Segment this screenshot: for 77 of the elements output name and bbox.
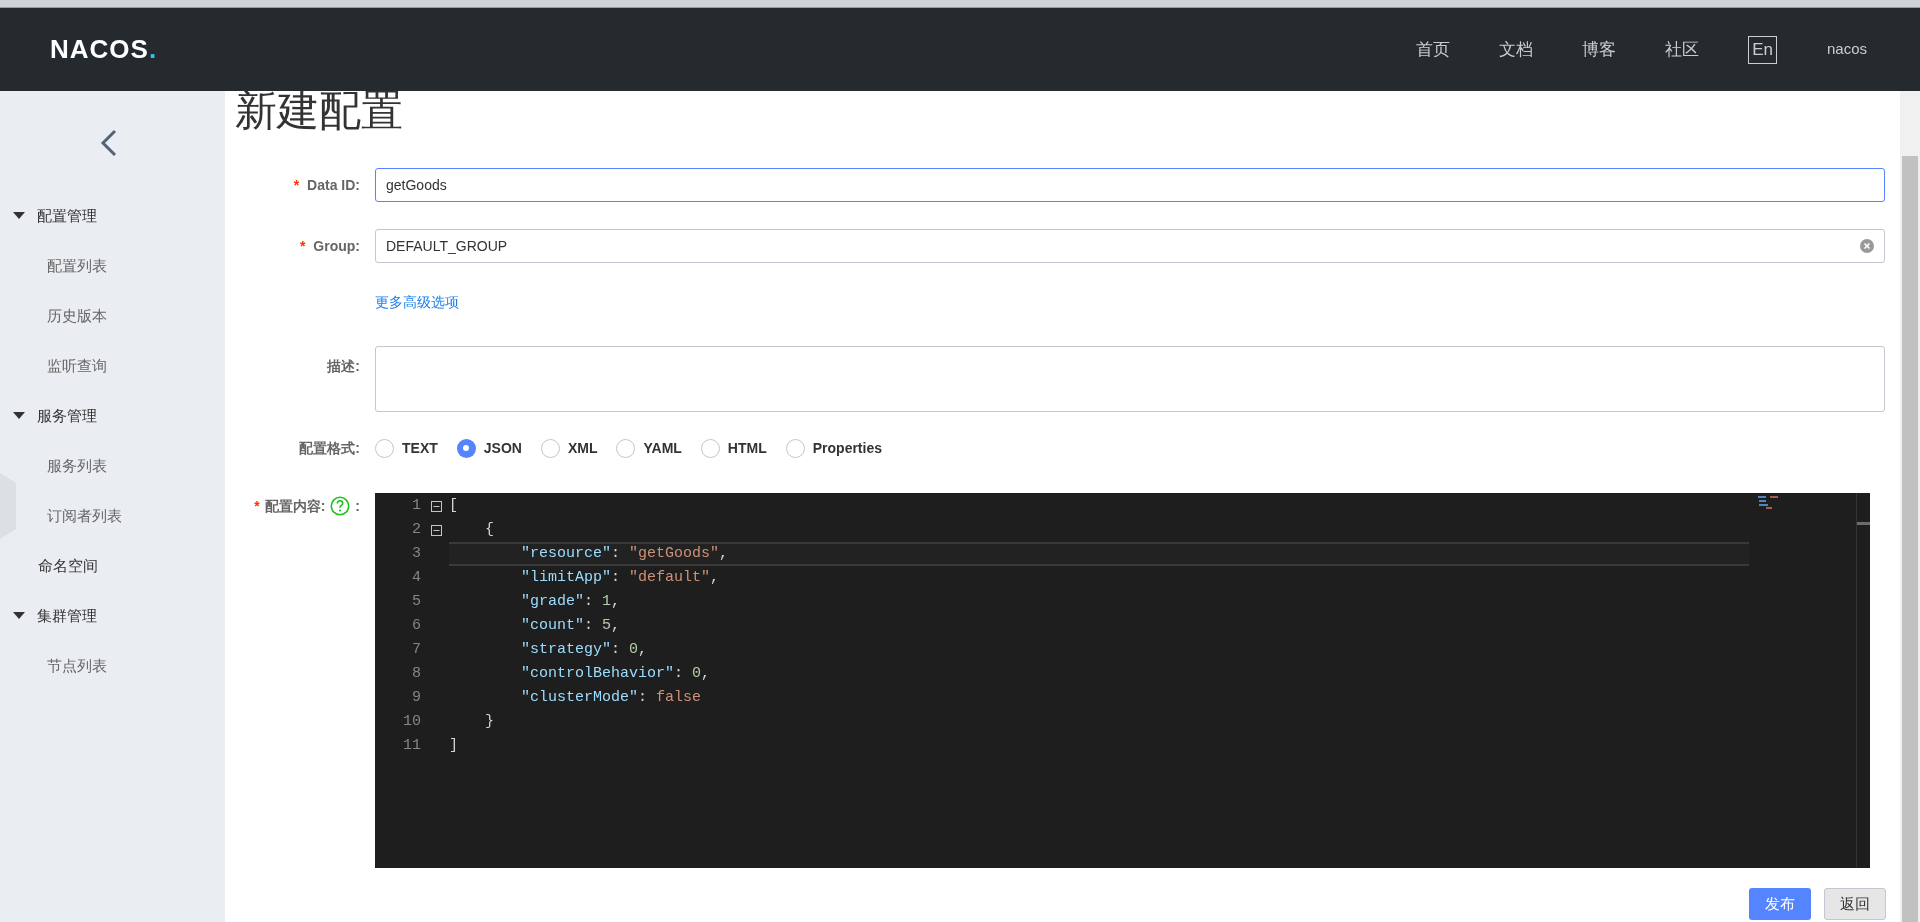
code-line: ] <box>449 735 459 756</box>
code-line: "strategy": 0, <box>520 639 649 660</box>
line-number: 9 <box>411 687 422 708</box>
minimap-drawing <box>1758 496 1780 510</box>
line-number: 6 <box>411 615 422 636</box>
code-line: "controlBehavior": 0, <box>520 663 712 684</box>
radio-label[interactable]: XML <box>567 437 598 459</box>
line-number: 7 <box>411 639 422 660</box>
editor-scrollbar[interactable] <box>1856 493 1870 868</box>
advanced-options-link[interactable]: 更多高级选项 <box>375 292 459 312</box>
radio-label[interactable]: JSON <box>483 437 522 459</box>
radio-button[interactable] <box>375 438 394 458</box>
code-line: "limitApp": "default", <box>520 567 721 588</box>
sidebar-item[interactable]: 配置列表 <box>47 254 107 278</box>
user-name[interactable]: nacos <box>1826 38 1867 61</box>
caret-icon[interactable] <box>13 212 25 220</box>
required-mark: * <box>299 236 306 256</box>
code-line: "count": 5, <box>520 615 622 636</box>
fold-icon[interactable] <box>430 500 442 512</box>
nav-link[interactable]: 文档 <box>1499 36 1534 63</box>
radio-label[interactable]: TEXT <box>402 437 438 459</box>
field-label: 配置格式: <box>299 438 360 458</box>
clear-icon[interactable] <box>1860 239 1874 253</box>
sidebar-item[interactable]: 命名空间 <box>13 554 98 578</box>
sidebar-item[interactable]: 历史版本 <box>47 304 107 328</box>
page-title: 新建配置 <box>234 91 404 136</box>
sidebar-item[interactable]: 服务管理 <box>37 404 97 428</box>
field-label: Data ID: <box>307 175 360 195</box>
back-button[interactable]: 返回 <box>1824 888 1886 920</box>
radio-label[interactable]: Properties <box>812 437 882 459</box>
line-number: 3 <box>411 543 422 564</box>
line-number: 1 <box>411 495 422 516</box>
line-number: 10 <box>402 711 422 732</box>
code-line: "grade": 1, <box>520 591 622 612</box>
logo: NACOS. <box>50 33 158 66</box>
nav-link[interactable]: 博客 <box>1582 36 1617 63</box>
field-label: 描述: <box>327 357 360 376</box>
sidebar-item[interactable]: 集群管理 <box>37 604 97 628</box>
page-scrollbar[interactable] <box>1900 91 1920 922</box>
field-label: 配置内容: <box>264 496 326 516</box>
line-number: 11 <box>402 735 422 756</box>
sidebar-item[interactable]: 节点列表 <box>47 654 107 678</box>
code-line: { <box>484 519 495 540</box>
line-number: 8 <box>411 663 422 684</box>
radio-button[interactable] <box>540 438 560 458</box>
data-id-field[interactable]: getGoods <box>375 168 1885 202</box>
radio-label[interactable]: YAML <box>643 437 682 459</box>
description-field[interactable] <box>375 346 1885 412</box>
code-line: } <box>484 711 495 732</box>
field-label: Group: <box>313 236 360 256</box>
radio-label[interactable]: HTML <box>727 437 767 459</box>
collapse-icon[interactable] <box>100 129 118 157</box>
code-line: "clusterMode": false <box>520 687 703 708</box>
group-field[interactable]: DEFAULT_GROUP <box>375 229 1885 263</box>
sidebar-item[interactable]: 订阅者列表 <box>47 504 122 528</box>
help-icon[interactable] <box>330 496 351 516</box>
code-editor[interactable]: 1 [ 2 { 3 "resource": "getGoods", 4 "limitApp": "default", 5 "grade": 1, 6 "count": 5, 7 "strategy": 0, 8 "controlBehavior": 0, 9 "clusterMode": false 10 } 11 ] <box>375 493 1870 868</box>
sidebar-item[interactable]: 服务列表 <box>47 454 107 478</box>
radio-button[interactable] <box>616 438 636 458</box>
nav-link[interactable]: 社区 <box>1665 36 1700 63</box>
sidebar-item[interactable]: 监听查询 <box>47 354 107 378</box>
radio-button[interactable] <box>700 438 720 458</box>
fold-icon[interactable] <box>430 524 442 536</box>
sidebar-item[interactable]: 配置管理 <box>37 204 97 228</box>
line-number: 5 <box>411 591 422 612</box>
required-mark: * <box>293 175 300 195</box>
code-line: [ <box>449 495 459 516</box>
caret-icon[interactable] <box>13 612 25 620</box>
language-toggle[interactable]: En <box>1748 35 1777 64</box>
required-mark: * <box>254 496 260 516</box>
line-number: 2 <box>411 519 422 540</box>
nav-link[interactable]: 首页 <box>1416 36 1451 63</box>
line-number: 4 <box>411 567 422 588</box>
colon: : <box>355 496 360 516</box>
radio-button[interactable] <box>456 438 476 458</box>
radio-button[interactable] <box>785 438 805 458</box>
caret-icon[interactable] <box>13 412 25 420</box>
